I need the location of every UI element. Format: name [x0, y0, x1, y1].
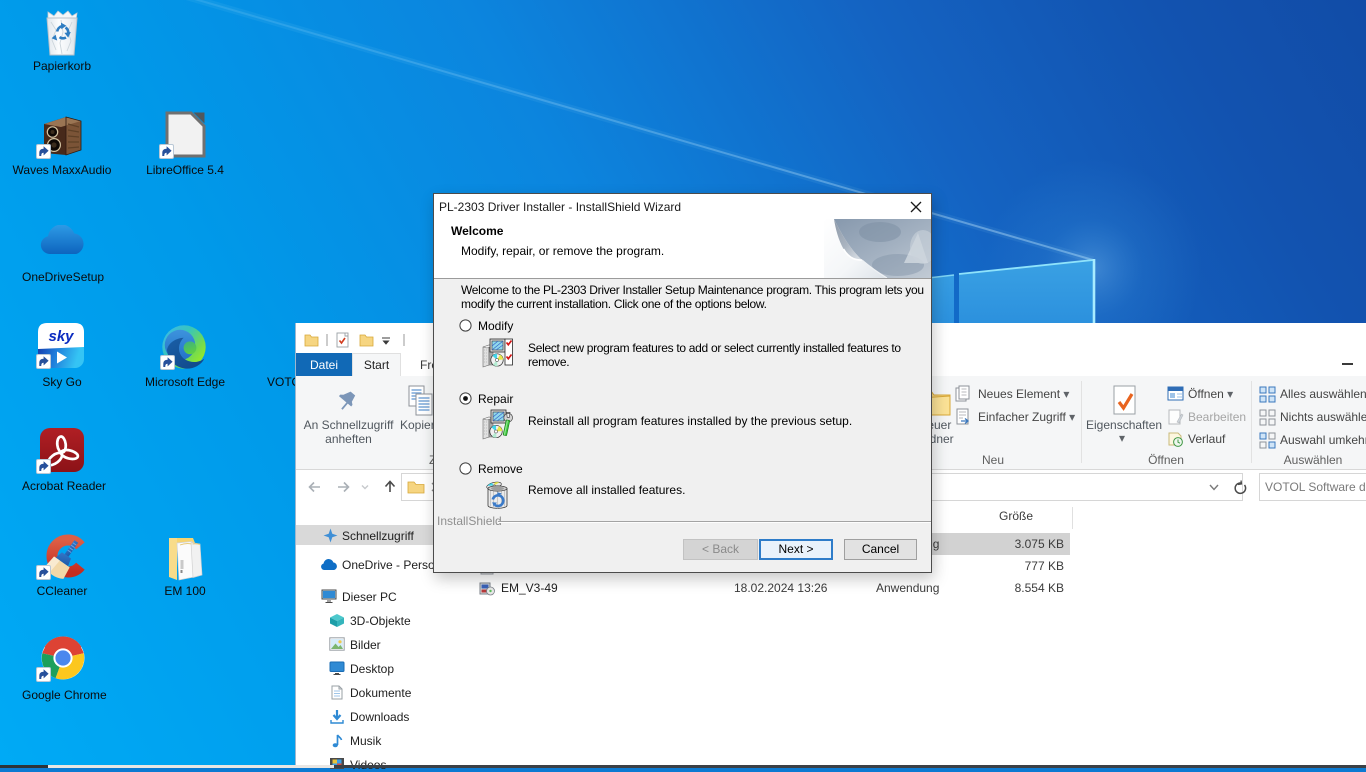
svg-text:sky: sky — [48, 328, 74, 345]
